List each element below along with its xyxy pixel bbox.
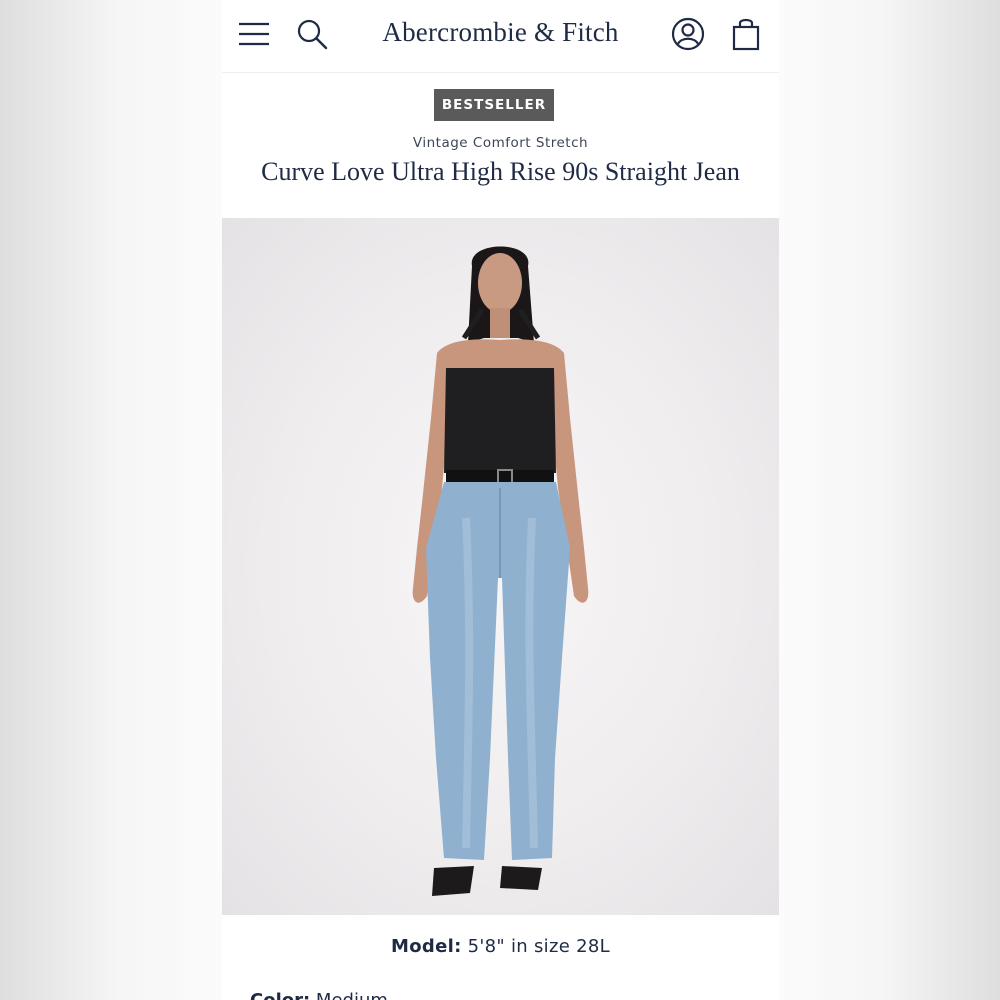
product-image[interactable]: [222, 218, 779, 915]
model-label: Model:: [391, 936, 462, 957]
model-info: Model: 5'8" in size 28L: [222, 936, 779, 957]
mobile-page: Abercrombie & Fitch BESTSELLER Vintage C…: [222, 0, 779, 1000]
model-photo-illustration: [412, 246, 589, 896]
model-value: 5'8" in size 28L: [467, 936, 610, 957]
color-value: Medium: [316, 990, 388, 1000]
shopping-bag-icon[interactable]: [728, 16, 764, 52]
color-info: Color: Medium: [250, 990, 388, 1000]
bestseller-badge: BESTSELLER: [434, 89, 554, 121]
account-icon[interactable]: [670, 16, 706, 52]
color-label: Color:: [250, 990, 310, 1000]
product-collection: Vintage Comfort Stretch: [412, 135, 589, 151]
site-header: Abercrombie & Fitch: [222, 0, 779, 73]
product-title: Curve Love Ultra High Rise 90s Straight …: [261, 157, 740, 186]
